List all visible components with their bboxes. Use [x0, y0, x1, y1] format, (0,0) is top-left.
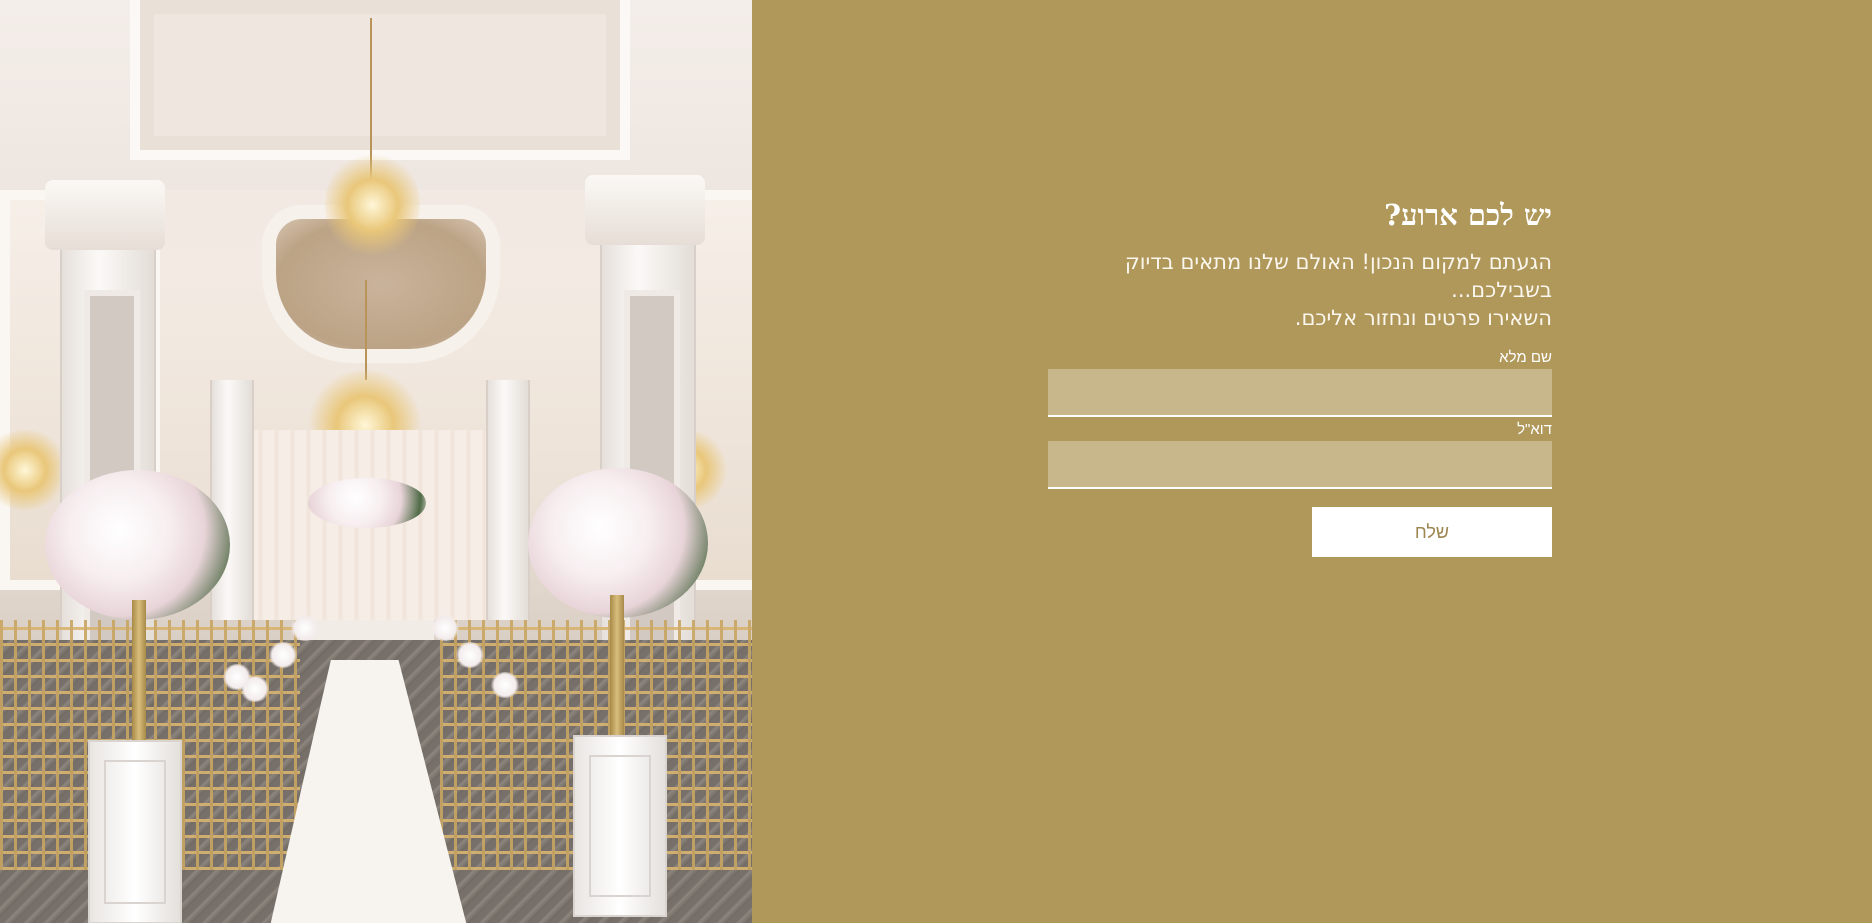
subtitle-line-1: הגעתם למקום הנכון! האולם שלנו מתאים בדיו…: [1124, 250, 1552, 302]
aisle-flower: [490, 672, 520, 698]
form-subtitle: הגעתם למקום הנכון! האולם שלנו מתאים בדיו…: [1048, 248, 1552, 332]
gold-vase-right: [610, 595, 624, 735]
full-name-field[interactable]: [1048, 369, 1552, 417]
chandelier-chain: [365, 280, 367, 380]
chandelier-upper: [325, 150, 420, 260]
email-label: דוא"ל: [1517, 421, 1552, 438]
arch-flowers: [308, 478, 426, 528]
contact-form: יש לכם ארוע? הגעתם למקום הנכון! האולם של…: [1048, 190, 1552, 557]
aisle-flower: [430, 615, 460, 641]
subtitle-line-2: השאירו פרטים ונחזור אליכם.: [1294, 306, 1552, 330]
form-title: יש לכם ארוע?: [1384, 198, 1552, 232]
aisle-flower: [268, 642, 298, 668]
gold-vase-left: [132, 600, 146, 740]
aisle-flower: [222, 664, 252, 690]
pedestal-left: [88, 740, 182, 923]
aisle-flower: [455, 642, 485, 668]
contact-panel: יש לכם ארוע? הגעתם למקום הנכון! האולם של…: [752, 0, 1872, 923]
page: יש לכם ארוע? הגעתם למקום הנכון! האולם של…: [0, 0, 1872, 923]
pillar-back-left: [210, 380, 254, 620]
aisle-flower: [290, 615, 320, 641]
pillar-capital: [45, 180, 165, 250]
email-field[interactable]: [1048, 441, 1552, 489]
floral-arrangement-left: [45, 470, 230, 620]
submit-button[interactable]: שלח: [1312, 507, 1552, 557]
ceiling-panel: [130, 0, 630, 160]
wedding-hall-photo: [0, 0, 752, 923]
full-name-label: שם מלא: [1499, 349, 1552, 366]
pillar-capital: [585, 175, 705, 245]
pedestal-right: [573, 735, 667, 917]
pillar-back-right: [486, 380, 530, 620]
